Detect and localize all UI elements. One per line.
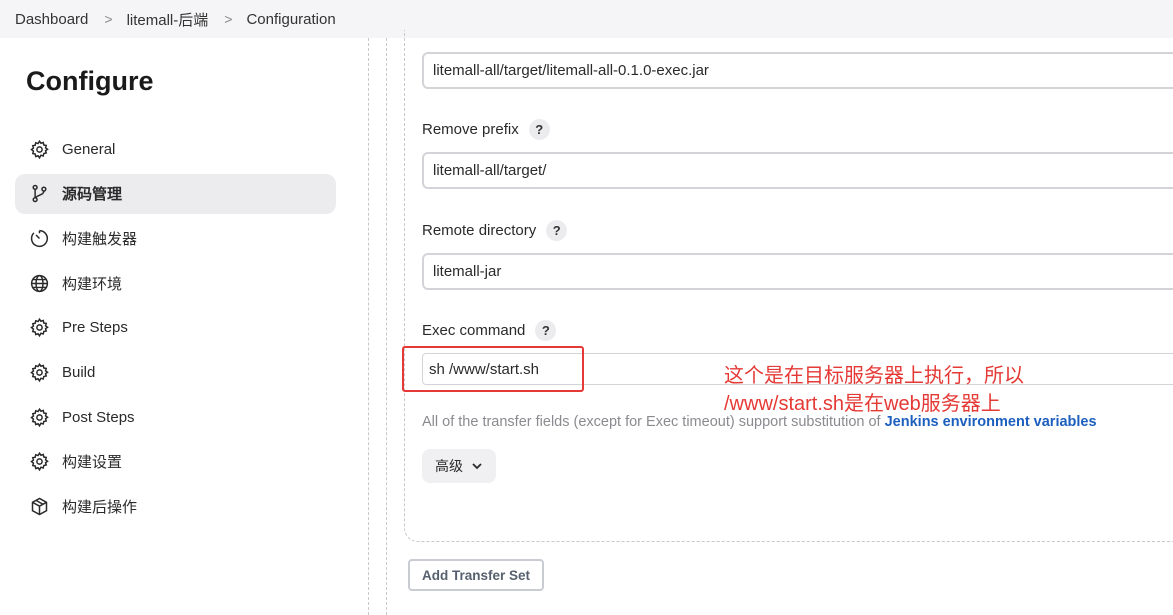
breadcrumb-dashboard[interactable]: Dashboard xyxy=(15,11,88,28)
add-transfer-set-button[interactable]: Add Transfer Set xyxy=(408,559,544,591)
section-divider xyxy=(386,38,387,615)
info-text: All of the transfer fields (except for E… xyxy=(422,414,1097,430)
sidebar-item-build-environment[interactable]: 构建环境 xyxy=(15,263,336,303)
advanced-button-label: 高级 xyxy=(435,458,463,474)
sidebar-item-build-triggers[interactable]: 构建触发器 xyxy=(15,218,336,258)
remote-directory-label: Remote directory ? xyxy=(422,220,568,241)
git-branch-icon xyxy=(28,183,50,205)
sidebar-item-label: Build xyxy=(62,363,96,381)
sidebar-item-label: Post Steps xyxy=(62,408,135,426)
gear-icon xyxy=(28,406,50,428)
sidebar-divider xyxy=(368,38,369,615)
sidebar-item-label: 构建环境 xyxy=(62,275,123,293)
breadcrumb-configuration[interactable]: Configuration xyxy=(246,11,335,28)
breadcrumb-separator: > xyxy=(104,11,113,27)
help-icon[interactable]: ? xyxy=(528,119,550,140)
sidebar-item-post-steps[interactable]: Post Steps xyxy=(15,397,336,437)
info-text-body: All of the transfer fields (except for E… xyxy=(422,414,885,430)
advanced-button[interactable]: 高级 xyxy=(422,449,496,483)
gear-icon xyxy=(28,361,50,383)
page-title: Configure xyxy=(26,66,154,96)
sidebar-nav: General 源码管理 构建触发器 构建环境 Pre Steps Build … xyxy=(15,129,336,531)
breadcrumb-project[interactable]: litemall-后端 xyxy=(127,9,209,30)
sidebar-item-build-settings[interactable]: 构建设置 xyxy=(15,442,336,482)
remove-prefix-label-text: Remove prefix xyxy=(422,121,519,138)
sidebar-item-build[interactable]: Build xyxy=(15,352,336,392)
chevron-down-icon xyxy=(472,463,482,470)
sidebar: Configure General 源码管理 构建触发器 构建环境 Pre St… xyxy=(0,38,360,615)
annotation-line-1: 这个是在目标服务器上执行，所以 xyxy=(724,365,1024,387)
globe-icon xyxy=(28,272,50,294)
source-files-input[interactable] xyxy=(422,52,1173,89)
remote-directory-label-text: Remote directory xyxy=(422,222,537,239)
remove-prefix-input[interactable] xyxy=(422,152,1173,189)
sidebar-item-pre-steps[interactable]: Pre Steps xyxy=(15,308,336,348)
gear-icon xyxy=(28,138,50,160)
exec-command-label-text: Exec command xyxy=(422,322,526,339)
gear-icon xyxy=(28,317,50,339)
breadcrumb-separator: > xyxy=(224,11,233,27)
sidebar-item-label: 构建设置 xyxy=(62,454,123,472)
sidebar-item-label: 构建后操作 xyxy=(62,499,138,516)
jenkins-env-vars-link[interactable]: Jenkins environment variables xyxy=(885,414,1097,430)
sidebar-item-label: 构建触发器 xyxy=(62,230,138,248)
help-icon[interactable]: ? xyxy=(535,320,557,341)
gear-icon xyxy=(28,451,50,473)
remote-directory-input[interactable] xyxy=(422,253,1173,290)
sidebar-item-source-control[interactable]: 源码管理 xyxy=(15,173,336,214)
sidebar-item-label: General xyxy=(62,140,116,158)
remove-prefix-label: Remove prefix ? xyxy=(422,119,550,140)
timer-icon xyxy=(28,227,50,249)
package-icon xyxy=(28,496,50,518)
sidebar-item-general[interactable]: General xyxy=(15,129,336,169)
help-icon[interactable]: ? xyxy=(546,220,568,241)
annotation-note: 这个是在目标服务器上执行，所以 /www/start.sh是在web服务器上 xyxy=(724,362,1024,418)
exec-command-label: Exec command ? xyxy=(422,320,557,341)
sidebar-item-label: Pre Steps xyxy=(62,319,128,337)
sidebar-item-label: 源码管理 xyxy=(62,186,123,204)
sidebar-item-post-build-actions[interactable]: 构建后操作 xyxy=(15,487,336,527)
